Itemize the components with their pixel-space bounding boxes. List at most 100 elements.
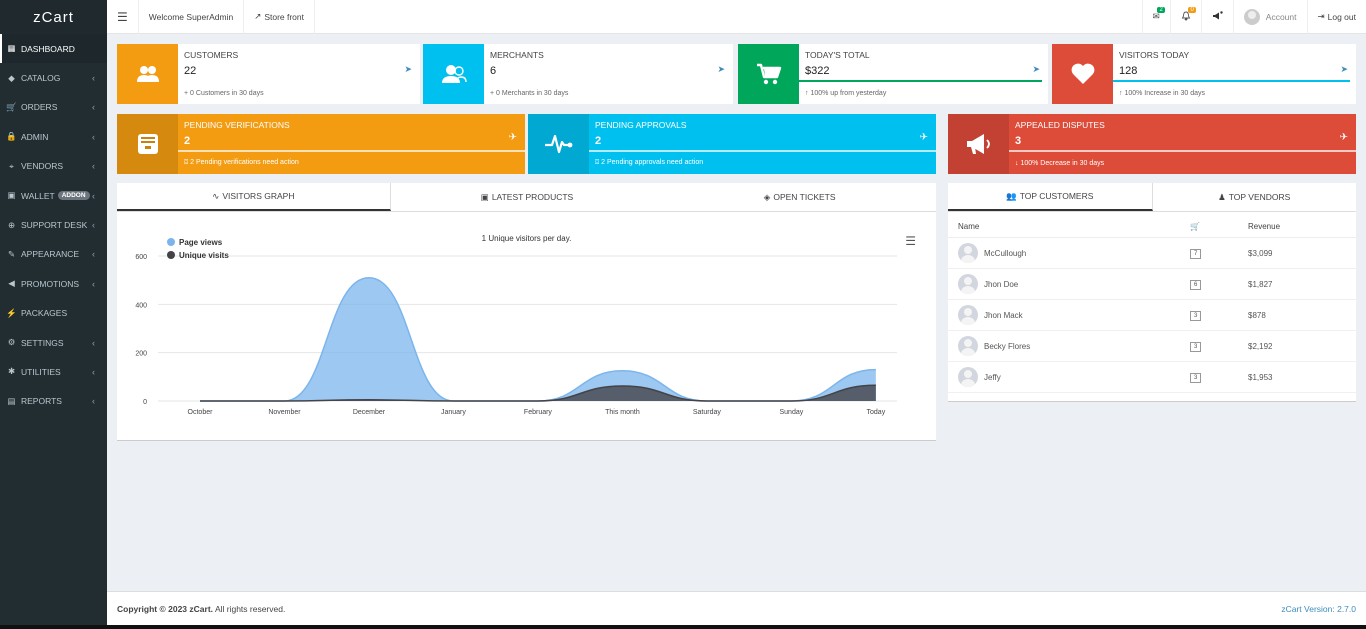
send-icon[interactable]: ➤: [404, 64, 412, 75]
avatar: [958, 367, 978, 387]
announcements-button[interactable]: [1200, 0, 1233, 34]
chevron-left-icon: ‹: [92, 102, 95, 113]
y-tick-label: 400: [135, 302, 147, 309]
table-row[interactable]: Jeffy 3 $1,953: [948, 361, 1356, 393]
tab-open-tickets[interactable]: ◈ OPEN TICKETS: [663, 183, 936, 211]
pending-verifications-box[interactable]: PENDING VERIFICATIONS 2 ✈ ⌼ 2 Pending ve…: [117, 114, 525, 174]
orders-cell: 7: [1180, 237, 1238, 269]
paper-plane-icon[interactable]: ✈: [920, 132, 928, 143]
visitors-label: VISITORS TODAY: [1119, 50, 1190, 60]
notifications-button[interactable]: 0: [1169, 0, 1201, 34]
customer-name[interactable]: Becky Flores: [984, 342, 1030, 351]
sidebar-item-vendors[interactable]: ⌖ VENDORS ‹: [0, 152, 107, 181]
chevron-left-icon: ‹: [92, 337, 95, 348]
send-icon[interactable]: ➤: [1032, 64, 1040, 75]
todays-total-box[interactable]: TODAY'S TOTAL $322 ➤ ↑ 100% up from yest…: [738, 44, 1048, 104]
sidebar-item-reports[interactable]: ▤ REPORTS ‹: [0, 387, 107, 416]
pending-approvals-box[interactable]: PENDING APPROVALS 2 ✈ ⌼ 2 Pending approv…: [528, 114, 936, 174]
customer-cell: Jhon Mack: [948, 299, 1180, 331]
storefront-label: Store front: [264, 11, 304, 22]
sidebar-item-catalog[interactable]: ◆ CATALOG ‹: [0, 63, 107, 92]
order-count-badge: 3: [1190, 372, 1202, 383]
x-tick-label: Sunday: [780, 409, 804, 416]
sidebar-item-settings[interactable]: ⚙ SETTINGS ‹: [0, 328, 107, 357]
sidebar-item-label: CATALOG: [21, 73, 61, 84]
sidebar-item-label: SUPPORT DESK: [21, 220, 88, 231]
y-tick-label: 600: [135, 254, 147, 261]
sidebar-item-label: REPORTS: [21, 396, 62, 407]
order-count-badge: 6: [1190, 279, 1202, 290]
sidebar-item-label: PROMOTIONS: [21, 278, 80, 289]
messages-button[interactable]: ✉ 2: [1141, 0, 1170, 34]
customer-cell: Becky Flores: [948, 330, 1180, 362]
sidebar-item-wallet[interactable]: ▣ WALLET ADDON ‹: [0, 181, 107, 210]
todays-total-label: TODAY'S TOTAL: [805, 50, 870, 60]
sidebar-item-packages[interactable]: ⚡ PACKAGES: [0, 299, 107, 328]
legend-label[interactable]: Unique visits: [179, 251, 229, 260]
series-area-0: [200, 277, 876, 401]
customer-name[interactable]: McCullough: [984, 249, 1026, 258]
sidebar-item-label: WALLET: [21, 190, 55, 201]
map-icon: ▤: [7, 395, 16, 406]
table-row[interactable]: McCullough 7 $3,099: [948, 237, 1356, 269]
lifebuoy-icon: ⊕: [7, 219, 16, 230]
sidebar-item-support-desk[interactable]: ⊕ SUPPORT DESK ‹: [0, 210, 107, 239]
customers-box[interactable]: CUSTOMERS 22 ➤ + 0 Customers in 30 days: [117, 44, 420, 104]
paper-plane-icon[interactable]: ✈: [1340, 132, 1348, 143]
legend-marker[interactable]: [167, 238, 175, 246]
x-tick-label: This month: [605, 409, 640, 416]
tab-label: LATEST PRODUCTS: [491, 192, 574, 202]
customers-label: CUSTOMERS: [184, 50, 239, 60]
heartbeat-icon: [528, 114, 589, 174]
logout-button[interactable]: ⇥ Log out: [1306, 0, 1366, 34]
top-tabs: 👥 TOP CUSTOMERS ♟ TOP VENDORS: [948, 183, 1356, 212]
sidebar-item-admin[interactable]: 🔒 ADMIN ‹: [0, 122, 107, 151]
sidebar-toggle-button[interactable]: ☰: [107, 0, 139, 34]
tab-top-vendors[interactable]: ♟ TOP VENDORS: [1153, 183, 1357, 211]
sidebar-item-dashboard[interactable]: ▦ DASHBOARD: [0, 34, 107, 64]
user-icon: ♟: [1218, 191, 1226, 202]
merchants-box[interactable]: MERCHANTS 6 ➤ + 0 Merchants in 30 days: [423, 44, 733, 104]
todays-total-subtext: ↑ 100% up from yesterday: [805, 90, 887, 97]
verifications-value: 2: [184, 135, 191, 147]
sidebar-item-appearance[interactable]: ✎ APPEARANCE ‹: [0, 240, 107, 269]
chevron-left-icon: ‹: [92, 396, 95, 407]
appealed-disputes-box[interactable]: APPEALED DISPUTES 3 ✈ ↓ 100% Decrease in…: [948, 114, 1356, 174]
app-logo[interactable]: zCart: [0, 0, 107, 34]
paper-plane-icon[interactable]: ✈: [509, 132, 517, 143]
legend-label[interactable]: Page views: [179, 238, 223, 247]
send-icon[interactable]: ➤: [1340, 64, 1348, 75]
orders-cell: 3: [1180, 361, 1238, 393]
addon-badge: ADDON: [57, 191, 90, 201]
sidebar-item-promotions[interactable]: ◀ PROMOTIONS ‹: [0, 269, 107, 298]
account-menu[interactable]: Account: [1232, 0, 1307, 34]
tab-top-customers[interactable]: 👥 TOP CUSTOMERS: [948, 183, 1153, 211]
send-icon[interactable]: ➤: [717, 64, 725, 75]
customer-name[interactable]: Jhon Mack: [984, 311, 1023, 320]
asterisk-icon: ✱: [7, 366, 16, 377]
x-tick-label: Saturday: [693, 409, 722, 416]
table-row[interactable]: Becky Flores 3 $2,192: [948, 330, 1356, 362]
visitors-panel: ∿ VISITORS GRAPH ▣ LATEST PRODUCTS ◈ OPEN T…: [117, 183, 936, 441]
customer-cell: Jeffy: [948, 361, 1180, 393]
pulse-icon: ∿: [212, 190, 220, 201]
tab-visitors-graph[interactable]: ∿ VISITORS GRAPH: [117, 183, 391, 211]
sidebar-item-orders[interactable]: 🛒 ORDERS ‹: [0, 93, 107, 122]
customer-name[interactable]: Jhon Doe: [984, 280, 1018, 289]
sidebar-item-utilities[interactable]: ✱ UTILITIES ‹: [0, 357, 107, 386]
tab-label: VISITORS GRAPH: [222, 191, 295, 201]
chevron-left-icon: ‹: [92, 220, 95, 231]
tab-label: TOP CUSTOMERS: [1019, 191, 1094, 201]
sidebar-item-label: ADMIN: [21, 131, 49, 142]
sidebar-item-label: UTILITIES: [21, 366, 61, 377]
storefront-link[interactable]: ↗ Store front: [244, 0, 315, 34]
table-row[interactable]: Jhon Doe 6 $1,827: [948, 268, 1356, 300]
brand-link[interactable]: zCart.: [189, 604, 213, 614]
tab-latest-products[interactable]: ▣ LATEST PRODUCTS: [391, 183, 664, 211]
chevron-left-icon: ‹: [92, 161, 95, 172]
legend-marker[interactable]: [167, 251, 175, 259]
customer-name[interactable]: Jeffy: [984, 373, 1001, 382]
visitors-today-box[interactable]: VISITORS TODAY 128 ➤ ↑ 100% Increase in …: [1052, 44, 1356, 104]
table-row[interactable]: Jhon Mack 3 $878: [948, 299, 1356, 331]
cart-icon: 🛒: [6, 101, 17, 112]
